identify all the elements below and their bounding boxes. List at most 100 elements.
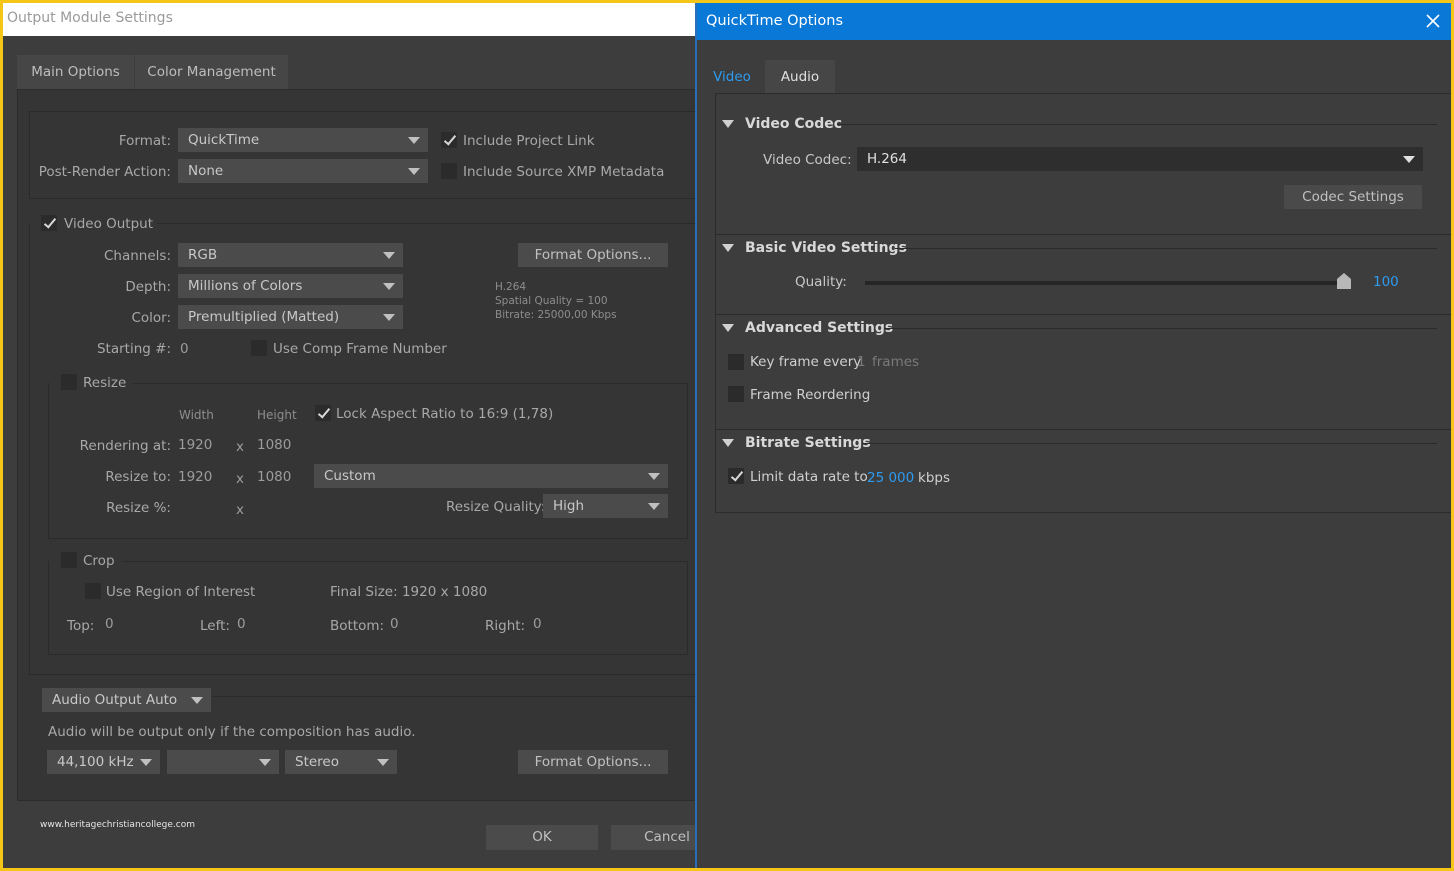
rendering-at-label: Rendering at: [79, 438, 171, 454]
format-value: QuickTime [188, 132, 260, 148]
format-dropdown[interactable]: QuickTime [178, 128, 428, 152]
tab-audio[interactable]: Audio [765, 60, 835, 94]
chevron-down-icon [191, 697, 203, 704]
frame-reordering-checkbox[interactable] [728, 386, 744, 402]
key-frame-value[interactable]: 1 [857, 354, 866, 370]
post-render-dropdown[interactable]: None [178, 159, 428, 183]
lock-aspect-checkbox[interactable] [315, 405, 331, 421]
ok-button[interactable]: OK [486, 825, 598, 850]
audio-channels-dropdown[interactable]: Stereo [285, 750, 397, 774]
quality-slider-track[interactable] [865, 281, 1351, 285]
use-roi-label: Use Region of Interest [106, 584, 256, 600]
chevron-down-icon [648, 503, 660, 510]
sample-rate-dropdown[interactable]: 44,100 kHz [47, 750, 160, 774]
video-codec-section: Video Codec [745, 116, 843, 132]
resize-quality-value: High [553, 498, 585, 514]
use-comp-frame-checkbox[interactable] [251, 340, 267, 356]
divider [884, 328, 1437, 329]
key-frame-checkbox[interactable] [728, 354, 744, 370]
close-icon[interactable] [1425, 13, 1441, 29]
use-roi-checkbox[interactable] [85, 583, 101, 599]
format-group [29, 111, 697, 199]
lock-aspect-label: Lock Aspect Ratio to 16:9 (1,78) [336, 406, 554, 422]
collapse-triangle-icon[interactable] [722, 120, 734, 128]
width-header: Width [179, 408, 214, 422]
bottom-value[interactable]: 0 [390, 616, 399, 632]
quality-label: Quality: [795, 274, 847, 290]
include-project-link-checkbox[interactable] [441, 132, 457, 148]
format-label: Format: [118, 133, 171, 149]
depth-value: Millions of Colors [188, 278, 303, 294]
limit-rate-value[interactable]: 25 000 [867, 470, 914, 486]
resize-height[interactable]: 1080 [257, 469, 291, 485]
resize-label: Resize [83, 375, 127, 391]
collapse-triangle-icon[interactable] [722, 439, 734, 447]
resize-checkbox[interactable] [61, 374, 77, 390]
divider [157, 223, 697, 224]
x-separator: x [236, 502, 244, 518]
top-value[interactable]: 0 [105, 616, 114, 632]
depth-dropdown[interactable]: Millions of Colors [178, 274, 403, 298]
format-options-button[interactable]: Format Options... [518, 243, 668, 267]
post-render-label: Post-Render Action: [38, 164, 171, 180]
divider [863, 443, 1437, 444]
audio-depth-dropdown[interactable] [167, 750, 279, 774]
crop-checkbox[interactable] [61, 552, 77, 568]
post-render-value: None [188, 163, 224, 179]
channels-dropdown[interactable]: RGB [178, 243, 403, 267]
starting-value[interactable]: 0 [180, 341, 189, 357]
codec-info-line: Spatial Quality = 100 [495, 295, 608, 307]
resize-preset-dropdown[interactable]: Custom [314, 464, 668, 488]
watermark: www.heritagechristiancollege.com [40, 820, 195, 830]
chevron-down-icon [383, 252, 395, 259]
rendering-height: 1080 [257, 437, 292, 453]
color-label: Color: [131, 310, 171, 326]
limit-rate-checkbox[interactable] [728, 468, 744, 484]
collapse-triangle-icon[interactable] [722, 324, 734, 332]
video-output-label: Video Output [64, 216, 154, 232]
codec-info-line: H.264 [495, 281, 527, 293]
quality-slider-thumb[interactable] [1337, 273, 1351, 289]
audio-channels-value: Stereo [295, 754, 339, 770]
quality-value[interactable]: 100 [1373, 274, 1399, 290]
divider [133, 383, 688, 384]
right-value[interactable]: 0 [533, 616, 542, 632]
include-xmp-checkbox[interactable] [441, 163, 457, 179]
chevron-down-icon [408, 168, 420, 175]
codec-info-line: Bitrate: 25000,00 Kbps [495, 309, 617, 321]
tab-main-options[interactable]: Main Options [17, 55, 134, 89]
channels-value: RGB [188, 247, 218, 263]
cancel-button[interactable]: Cancel [611, 825, 697, 850]
resize-quality-dropdown[interactable]: High [543, 494, 668, 518]
codec-settings-button[interactable]: Codec Settings [1284, 185, 1422, 209]
bottom-label: Bottom: [330, 618, 385, 634]
video-codec-dropdown[interactable]: H.264 [857, 147, 1423, 171]
bitrate-section: Bitrate Settings [745, 435, 871, 451]
crop-group [48, 561, 688, 655]
crop-label: Crop [83, 553, 115, 569]
divider [895, 248, 1437, 249]
resize-width[interactable]: 1920 [178, 469, 212, 485]
color-dropdown[interactable]: Premultiplied (Matted) [178, 305, 403, 329]
divider [715, 234, 1451, 235]
tab-video[interactable]: Video [701, 60, 763, 94]
use-comp-frame-label: Use Comp Frame Number [273, 341, 447, 357]
divider [715, 429, 1451, 430]
resize-to-label: Resize to: [105, 469, 171, 485]
video-output-checkbox[interactable] [41, 215, 57, 231]
video-codec-value: H.264 [867, 151, 907, 167]
left-value[interactable]: 0 [237, 616, 246, 632]
divider [213, 696, 697, 697]
collapse-triangle-icon[interactable] [722, 244, 734, 252]
tab-color-management[interactable]: Color Management [135, 55, 288, 89]
audio-output-dropdown[interactable]: Audio Output Auto [42, 688, 211, 712]
chevron-down-icon [408, 137, 420, 144]
chevron-down-icon [383, 283, 395, 290]
audio-format-options-button[interactable]: Format Options... [518, 750, 668, 774]
x-separator: x [236, 471, 244, 487]
chevron-down-icon [383, 314, 395, 321]
divider [123, 561, 688, 562]
frame-reordering-label: Frame Reordering [750, 387, 871, 403]
chevron-down-icon [377, 759, 389, 766]
chevron-down-icon [259, 759, 271, 766]
